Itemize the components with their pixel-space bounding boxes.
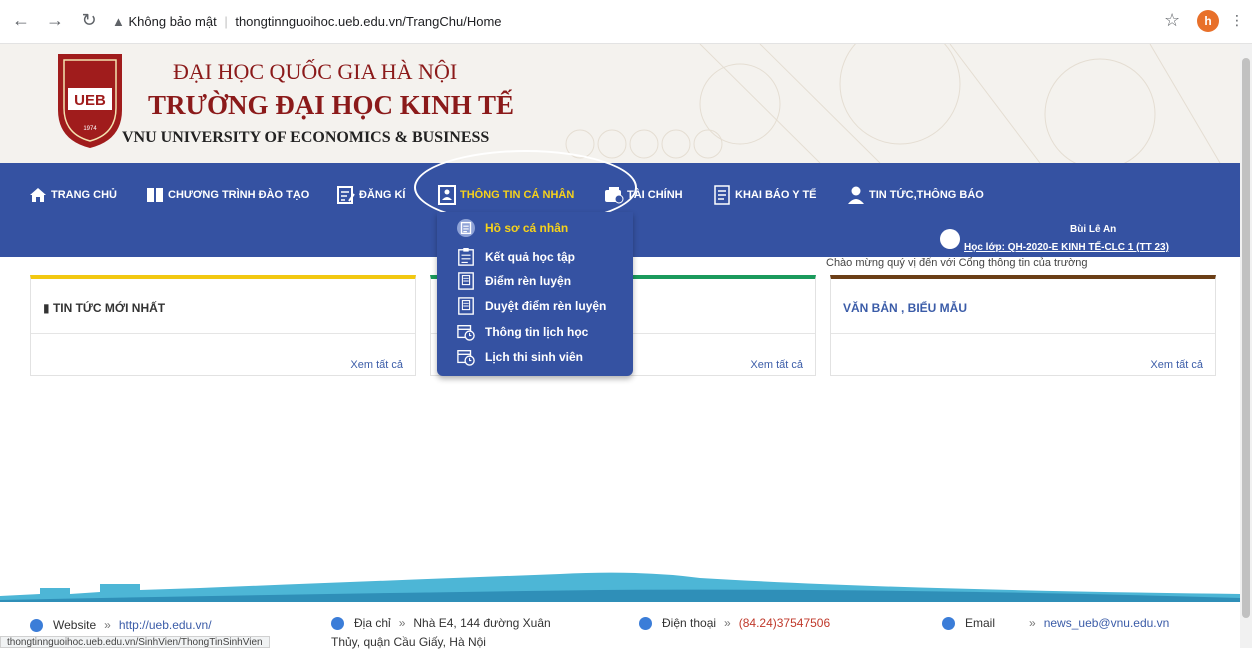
footer-address: Địa chỉ » Nhà E4, 144 đường Xuân [331,616,551,630]
calendar-clock-icon [457,350,475,366]
welcome-text: Chào mừng quý vị đến với Cổng thông tin … [826,257,1088,269]
id-card-icon [458,297,474,315]
footer-email: Email » news_ueb@vnu.edu.vn [942,616,1169,630]
footer-address-line2: Thủy, quận Cầu Giấy, Hà Nội [331,635,486,649]
footer-phone-value[interactable]: (84.24)37547506 [739,616,830,630]
user-name: Bùi Lê An [1070,224,1117,235]
user-class[interactable]: Học lớp: QH-2020-E KINH TẾ-CLC 1 (TT 23) [964,242,1169,253]
more-menu-icon[interactable]: ⋮ [1230,12,1244,29]
profile-avatar[interactable]: h [1197,10,1219,32]
dropdown-label: Điểm rèn luyện [485,274,572,288]
nav-item-programs[interactable]: CHƯƠNG TRÌNH ĐÀO TẠO [145,183,309,207]
header-line3: VNU UNIVERSITY OF ECONOMICS & BUSINESS [122,129,490,146]
footer-phone-label: Điện thoại [662,616,717,630]
footer-wave [0,572,1240,602]
register-icon [337,186,355,204]
url-text: thongtinnguoihoc.ueb.edu.vn/TrangChu/Hom… [235,14,502,29]
id-card-icon [457,219,475,237]
location-pin-icon [331,616,344,630]
email-icon [942,616,955,630]
see-all-link[interactable]: Xem tất cả [1150,359,1203,371]
card-documents: VĂN BẢN , BIỂU MẪU Xem tất cả [830,275,1216,376]
footer-email-link[interactable]: news_ueb@vnu.edu.vn [1044,616,1170,630]
browser-status-url: thongtinnguoihoc.ueb.edu.vn/SinhVien/Tho… [0,636,270,648]
dropdown-item-profile[interactable]: Hồ sơ cá nhân [457,218,568,238]
home-icon [30,188,46,202]
footer-phone: Điện thoại » (84.24)37547506 [639,616,830,630]
see-all-link[interactable]: Xem tất cả [350,359,403,371]
nav-label: ĐĂNG KÍ [359,189,406,201]
dropdown-label: Duyệt điểm rèn luyện [485,299,607,313]
footer-address-value: Nhà E4, 144 đường Xuân [413,616,551,630]
logo-text: UEB [74,92,106,109]
footer-arrow: » [104,618,111,632]
footer-address-label: Địa chỉ [354,616,391,630]
scrollbar-thumb[interactable] [1242,58,1250,618]
nav-item-news[interactable]: TIN TỨC,THÔNG BÁO [846,183,984,207]
briefcase-icon: ▮ [43,301,53,315]
nav-item-health-declaration[interactable]: KHAI BÁO Y TẾ [712,183,817,207]
bookmark-star-icon[interactable]: ☆ [1164,10,1180,31]
footer-arrow: » [398,616,406,630]
card-divider [831,333,1215,334]
personal-info-dropdown: Hồ sơ cá nhân Kết quả học tập Điểm rèn l… [437,212,633,376]
id-card-icon [458,272,474,290]
nav-label: CHƯƠNG TRÌNH ĐÀO TẠO [168,189,310,201]
see-all-link[interactable]: Xem tất cả [750,359,803,371]
university-logo: UEB 1974 [58,54,122,148]
dropdown-label: Kết quả học tập [485,250,576,264]
back-arrow-icon[interactable]: ← [10,10,32,31]
dropdown-label: Lịch thi sinh viên [485,350,584,364]
header-line1: ĐẠI HỌC QUỐC GIA HÀ NỘI [173,59,458,84]
dropdown-item-class-schedule[interactable]: Thông tin lịch học [457,322,588,342]
card-divider [31,333,415,334]
security-label: Không bảo mật [128,14,217,29]
footer-email-label: Email [965,616,996,630]
card-title: ▮ TIN TỨC MỚI NHẤT [43,301,166,315]
logo-year: 1974 [83,126,97,132]
card-title: VĂN BẢN , BIỂU MẪU [843,301,968,315]
document-icon [714,185,730,205]
address-bar[interactable]: ▲ Không bảo mật | thongtinnguoihoc.ueb.e… [112,14,502,29]
nav-label: KHAI BÁO Y TẾ [735,189,817,201]
dropdown-item-results[interactable]: Kết quả học tập [457,247,575,267]
dropdown-item-exam-schedule[interactable]: Lịch thi sinh viên [457,347,583,367]
dropdown-label: Hồ sơ cá nhân [485,221,569,235]
site-header: UEB 1974 ĐẠI HỌC QUỐC GIA HÀ NỘI TRƯỜNG … [0,44,1240,163]
phone-icon [639,616,652,630]
nav-label: TIN TỨC,THÔNG BÁO [869,189,984,201]
card-latest-news: ▮ TIN TỨC MỚI NHẤT Xem tất cả [30,275,416,376]
page-scrollbar[interactable] [1240,44,1252,648]
address-separator: | [224,14,228,29]
nav-label: TRANG CHỦ [51,189,117,201]
user-tie-icon [848,186,864,204]
globe-icon [30,618,43,632]
user-avatar-icon [940,229,960,249]
nav-item-home[interactable]: TRANG CHỦ [28,183,117,207]
forward-arrow-icon[interactable]: → [44,10,66,31]
book-icon [147,188,163,202]
reload-icon[interactable]: ↻ [78,10,100,31]
footer-website-link[interactable]: http://ueb.edu.vn/ [119,618,212,632]
warning-icon: ▲ [112,14,125,29]
footer-arrow: » [724,616,731,630]
calendar-clock-icon [457,325,475,341]
clipboard-icon [458,248,474,266]
dropdown-item-approve-conduct-score[interactable]: Duyệt điểm rèn luyện [457,296,606,316]
footer-website: Website » http://ueb.edu.vn/ [30,618,212,632]
header-line2: TRƯỜNG ĐẠI HỌC KINH TẾ [148,90,515,120]
nav-item-register[interactable]: ĐĂNG KÍ [336,183,405,207]
footer-website-label: Website [53,618,97,632]
footer-arrow: » [1029,616,1036,630]
dropdown-label: Thông tin lịch học [485,325,589,339]
browser-toolbar: ← → ↻ ▲ Không bảo mật | thongtinnguoihoc… [0,0,1252,44]
dropdown-item-conduct-score[interactable]: Điểm rèn luyện [457,271,571,291]
